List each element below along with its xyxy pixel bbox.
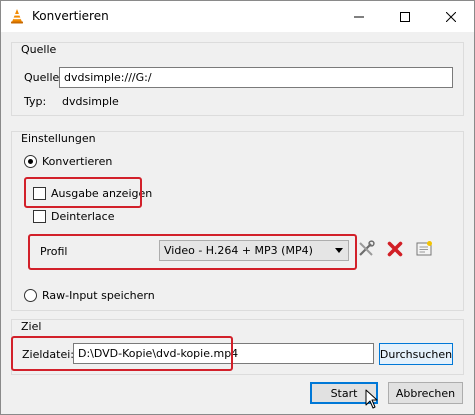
convert-label[interactable]: Konvertieren <box>42 155 112 168</box>
new-profile-button[interactable] <box>413 239 435 261</box>
delete-x-icon <box>386 240 404 261</box>
edit-profile-button[interactable] <box>355 239 377 261</box>
convert-radio[interactable] <box>24 155 37 168</box>
convert-dialog: Konvertieren Quelle Quelle: dvdsimple://… <box>0 0 475 415</box>
source-input[interactable]: dvdsimple:///G:/ <box>59 67 453 88</box>
browse-button[interactable]: Durchsuchen <box>379 343 453 365</box>
delete-profile-button[interactable] <box>384 239 406 261</box>
title-bar: Konvertieren <box>1 1 474 32</box>
close-button[interactable] <box>428 1 474 32</box>
maximize-button[interactable] <box>382 1 428 32</box>
raw-input-label[interactable]: Raw-Input speichern <box>42 289 155 302</box>
profile-select[interactable]: Video - H.264 + MP3 (MP4) <box>159 240 349 261</box>
chevron-down-icon <box>335 248 343 253</box>
vlc-cone-icon <box>9 8 25 24</box>
deinterlace-checkbox[interactable] <box>33 210 46 223</box>
wrench-screwdriver-icon <box>357 239 375 261</box>
target-group-label: Ziel <box>21 320 42 333</box>
show-output-checkbox[interactable] <box>33 187 46 200</box>
source-group-label: Quelle <box>21 43 57 56</box>
source-label: Quelle: <box>24 71 63 84</box>
new-profile-icon <box>415 240 433 261</box>
settings-group-label: Einstellungen <box>21 132 96 145</box>
profile-select-value: Video - H.264 + MP3 (MP4) <box>164 244 313 257</box>
window-title: Konvertieren <box>32 9 109 23</box>
profile-label: Profil <box>40 245 68 258</box>
type-label: Typ: <box>24 95 47 108</box>
mouse-cursor-icon <box>365 389 379 409</box>
raw-input-radio[interactable] <box>24 289 37 302</box>
cancel-button[interactable]: Abbrechen <box>388 382 463 404</box>
target-file-label: Zieldatei: <box>22 348 74 361</box>
deinterlace-label[interactable]: Deinterlace <box>51 210 114 223</box>
show-output-label[interactable]: Ausgabe anzeigen <box>51 187 152 200</box>
minimize-button[interactable] <box>336 1 382 32</box>
type-value: dvdsimple <box>62 95 119 108</box>
target-file-input[interactable]: D:\DVD-Kopie\dvd-kopie.mp4 <box>73 343 374 364</box>
